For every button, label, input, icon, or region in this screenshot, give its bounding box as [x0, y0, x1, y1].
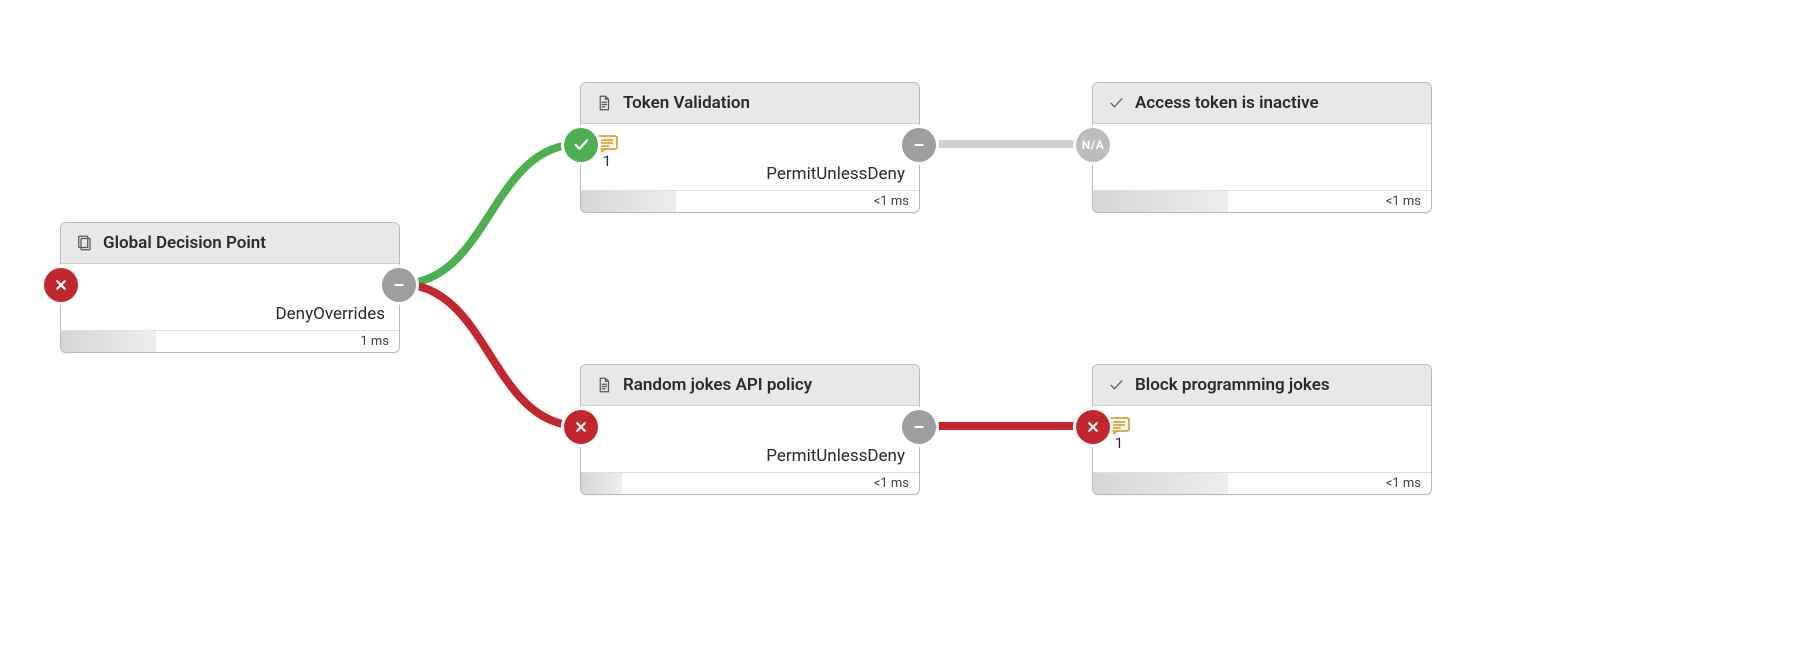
- deny-badge: [1076, 410, 1110, 444]
- permit-badge: [564, 128, 598, 162]
- node-header: Block programming jokes: [1093, 365, 1431, 406]
- connector-permit: [400, 144, 580, 284]
- node-header: Global Decision Point: [61, 223, 399, 264]
- document-icon: [595, 94, 613, 112]
- node-title: Global Decision Point: [103, 233, 266, 253]
- policies-icon: [75, 234, 93, 252]
- document-icon: [595, 376, 613, 394]
- connector-deny: [400, 284, 580, 426]
- node-title: Block programming jokes: [1135, 375, 1330, 395]
- node-token-validation[interactable]: Token Validation 1 PermitUnlessDeny <1 m…: [580, 82, 920, 213]
- comment-count: 1: [1115, 436, 1123, 451]
- timing-bar: [1093, 191, 1228, 212]
- node-block-programming-jokes[interactable]: Block programming jokes 1 <1 ms: [1092, 364, 1432, 495]
- comment-indicator[interactable]: 1: [595, 134, 619, 169]
- comment-indicator[interactable]: 1: [1107, 416, 1131, 451]
- node-timing: <1 ms: [581, 190, 919, 212]
- node-timing: <1 ms: [1093, 190, 1431, 212]
- timing-bar: [61, 331, 156, 352]
- node-header: Access token is inactive: [1093, 83, 1431, 124]
- deny-badge: [44, 268, 78, 302]
- node-timing: 1 ms: [61, 330, 399, 352]
- policy-decision-diagram: Global Decision Point DenyOverrides 1 ms…: [0, 0, 1798, 662]
- timing-label: <1 ms: [1386, 194, 1421, 209]
- node-title: Token Validation: [623, 93, 750, 113]
- timing-bar: [581, 473, 622, 494]
- node-timing: <1 ms: [581, 472, 919, 494]
- timing-bar: [581, 191, 676, 212]
- node-access-token-inactive[interactable]: Access token is inactive <1 ms N/A: [1092, 82, 1432, 213]
- node-title: Access token is inactive: [1135, 93, 1319, 113]
- node-timing: <1 ms: [1093, 472, 1431, 494]
- comment-count: 1: [603, 154, 611, 169]
- deny-badge: [564, 410, 598, 444]
- timing-label: <1 ms: [1386, 476, 1421, 491]
- node-body: 1 PermitUnlessDeny: [581, 124, 919, 190]
- node-global-decision-point[interactable]: Global Decision Point DenyOverrides 1 ms: [60, 222, 400, 353]
- node-header: Random jokes API policy: [581, 365, 919, 406]
- combining-algorithm: PermitUnlessDeny: [766, 446, 905, 466]
- combining-algorithm: DenyOverrides: [276, 304, 385, 324]
- not-applicable-badge: N/A: [1076, 128, 1110, 162]
- neutral-badge: [902, 410, 936, 444]
- timing-label: <1 ms: [874, 476, 909, 491]
- neutral-badge: [902, 128, 936, 162]
- node-body: [1093, 124, 1431, 190]
- combining-algorithm: PermitUnlessDeny: [766, 164, 905, 184]
- node-title: Random jokes API policy: [623, 375, 812, 395]
- node-header: Token Validation: [581, 83, 919, 124]
- node-random-jokes-api-policy[interactable]: Random jokes API policy PermitUnlessDeny…: [580, 364, 920, 495]
- timing-label: 1 ms: [360, 334, 389, 349]
- neutral-badge: [382, 268, 416, 302]
- node-body: DenyOverrides: [61, 264, 399, 330]
- node-body: 1: [1093, 406, 1431, 472]
- node-body: PermitUnlessDeny: [581, 406, 919, 472]
- timing-label: <1 ms: [874, 194, 909, 209]
- check-icon: [1107, 94, 1125, 112]
- timing-bar: [1093, 473, 1228, 494]
- check-icon: [1107, 376, 1125, 394]
